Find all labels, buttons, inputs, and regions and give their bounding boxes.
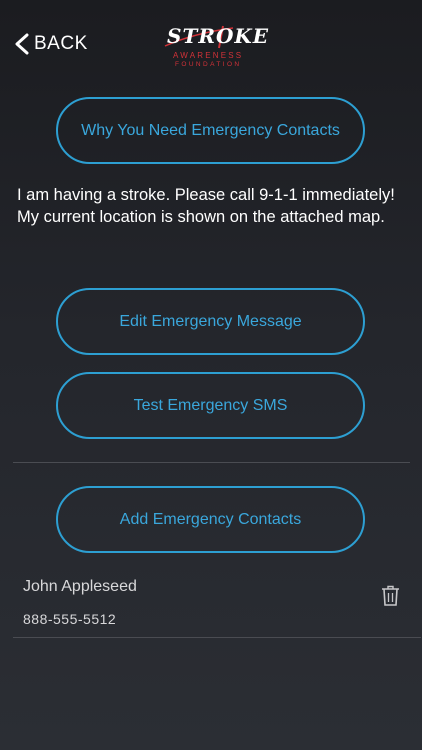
divider <box>13 462 410 463</box>
test-sms-button[interactable]: Test Emergency SMS <box>56 372 365 439</box>
back-label: BACK <box>34 33 88 54</box>
logo-wordmark: STROKE <box>167 24 269 48</box>
header: BACK STROKE AWARENESS FOUNDATION <box>0 0 422 90</box>
emergency-message-text: I am having a stroke. Please call 9-1-1 … <box>17 186 395 226</box>
logo-subtitle-2: FOUNDATION <box>175 61 242 68</box>
back-button[interactable]: BACK <box>13 33 88 55</box>
logo-subtitle-1: AWARENESS <box>173 51 244 60</box>
chevron-left-icon <box>15 33 29 55</box>
trash-icon[interactable] <box>381 585 400 606</box>
contact-name: John Appleseed <box>23 578 137 595</box>
contact-phone: 888-555-5512 <box>23 611 117 627</box>
edit-message-button[interactable]: Edit Emergency Message <box>56 288 365 355</box>
contact-divider <box>13 637 421 638</box>
why-contacts-button[interactable]: Why You Need Emergency Contacts <box>56 97 365 164</box>
add-contacts-button[interactable]: Add Emergency Contacts <box>56 486 365 553</box>
stroke-awareness-logo: STROKE AWARENESS FOUNDATION <box>163 24 268 72</box>
